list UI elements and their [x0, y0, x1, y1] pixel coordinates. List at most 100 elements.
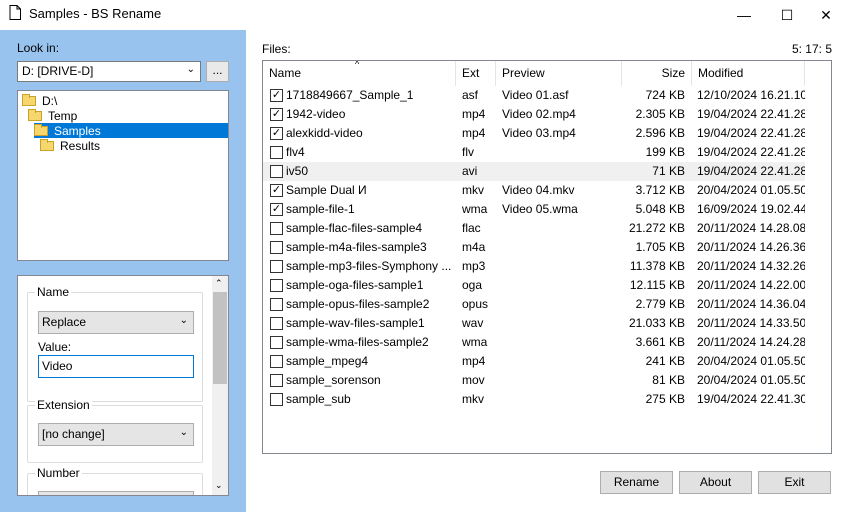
table-row[interactable]: sample-wma-files-sample2 wma 3.661 KB 20/11…	[263, 333, 805, 352]
value-input[interactable]: Video	[38, 355, 194, 378]
checkbox-unchecked[interactable]	[270, 317, 283, 330]
cell-modified: 20/11/2024 14.22.00	[697, 278, 805, 292]
column-header-ext[interactable]: Ext	[456, 61, 496, 86]
settings-panel: Name Replace ⌄ Value: Video Extension [n…	[17, 275, 229, 496]
maximize-button[interactable]: ☐	[767, 0, 807, 30]
checkbox-checked[interactable]: ✓	[270, 203, 283, 216]
table-row[interactable]: flv4 flv 199 KB 19/04/2024 22.41.28	[263, 143, 805, 162]
table-row[interactable]: sample-oga-files-sample1 oga 12.115 KB 20/1…	[263, 276, 805, 295]
column-header-modified[interactable]: Modified	[692, 61, 805, 86]
file-list[interactable]: Name ^ Ext Preview Size Modified ✓ 171884…	[262, 60, 832, 454]
cell-modified: 19/04/2024 22.41.30	[697, 392, 805, 406]
cell-modified: 20/04/2024 01.05.50	[697, 373, 805, 387]
cell-name: flv4	[286, 145, 305, 159]
checkbox-checked[interactable]: ✓	[270, 184, 283, 197]
checkbox-unchecked[interactable]	[270, 298, 283, 311]
cell-name: sample-opus-files-sample2	[286, 297, 430, 311]
exit-button[interactable]: Exit	[758, 471, 831, 494]
rename-button[interactable]: Rename	[600, 471, 673, 494]
checkbox-unchecked[interactable]	[270, 279, 283, 292]
checkbox-checked[interactable]: ✓	[270, 108, 283, 121]
name-mode-select[interactable]: Replace ⌄	[38, 311, 194, 334]
file-counts: 5: 17: 5	[791, 42, 832, 56]
number-group: Number	[27, 466, 203, 495]
number-mode-select[interactable]	[38, 491, 194, 495]
cell-modified: 19/04/2024 22.41.28	[697, 145, 805, 159]
name-group: Name Replace ⌄ Value: Video	[27, 285, 203, 402]
scroll-up-icon[interactable]: ⌃	[215, 278, 223, 289]
cell-size: 2.779 KB	[635, 297, 685, 311]
cell-name: alexkidd-video	[286, 126, 363, 140]
cell-size: 724 KB	[645, 88, 685, 102]
settings-scroll-thumb[interactable]	[213, 292, 227, 384]
cell-preview	[502, 314, 620, 333]
cell-preview: Video 01.asf	[502, 88, 569, 102]
look-in-label: Look in:	[17, 41, 60, 55]
extension-group-legend: Extension	[35, 398, 92, 412]
cell-modified: 20/04/2024 01.05.50	[697, 354, 805, 368]
checkbox-unchecked[interactable]	[270, 355, 283, 368]
cell-name: sample_sub	[286, 392, 351, 406]
checkbox-checked[interactable]: ✓	[270, 127, 283, 140]
extension-group: Extension [no change] ⌄	[27, 398, 203, 463]
column-header-size[interactable]: Size	[622, 61, 692, 86]
chevron-down-icon: ⌄	[186, 64, 195, 75]
about-button[interactable]: About	[679, 471, 752, 494]
table-row[interactable]: ✓ sample-file-1 wma Video 05.wma 5.048 KB 16/…	[263, 200, 805, 219]
checkbox-unchecked[interactable]	[270, 165, 283, 178]
table-row[interactable]: sample_sorenson mov 81 KB 20/04/2024 01.05.…	[263, 371, 805, 390]
cell-name: sample-wav-files-sample1	[286, 316, 425, 330]
scroll-down-icon[interactable]: ⌄	[215, 480, 223, 491]
cell-preview	[502, 371, 620, 390]
minimize-button[interactable]: —	[724, 0, 764, 30]
cell-size: 2.596 KB	[635, 126, 685, 140]
drive-select[interactable]: D: [DRIVE-D] ⌄	[17, 61, 201, 82]
cell-ext: mp4	[462, 126, 486, 140]
checkbox-checked[interactable]: ✓	[270, 89, 283, 102]
table-row[interactable]: sample-flac-files-sample4 flac 21.272 KB 20…	[263, 219, 805, 238]
cell-ext: avi	[462, 164, 478, 178]
tree-item[interactable]: Samples	[34, 123, 228, 138]
checkbox-unchecked[interactable]	[270, 336, 283, 349]
table-row[interactable]: ✓ alexkidd-video mp4 Video 03.mp4 2.596 KB 19…	[263, 124, 805, 143]
checkbox-unchecked[interactable]	[270, 146, 283, 159]
table-row[interactable]: sample-opus-files-sample2 opus 2.779 KB 20/…	[263, 295, 805, 314]
cell-modified: 20/11/2024 14.33.50	[697, 316, 805, 330]
cell-size: 3.712 KB	[635, 183, 685, 197]
cell-ext: wma	[462, 335, 488, 349]
extension-mode-select[interactable]: [no change] ⌄	[38, 423, 194, 446]
column-header-preview[interactable]: Preview	[496, 61, 622, 86]
cell-modified: 19/04/2024 22.41.28	[697, 164, 805, 178]
table-row[interactable]: sample_sub mkv 275 KB 19/04/2024 22.41.30	[263, 390, 805, 409]
browse-button[interactable]: ...	[206, 61, 229, 82]
checkbox-unchecked[interactable]	[270, 260, 283, 273]
table-row[interactable]: sample-m4a-files-sample3 m4a 1.705 KB 20/11…	[263, 238, 805, 257]
checkbox-unchecked[interactable]	[270, 374, 283, 387]
checkbox-unchecked[interactable]	[270, 222, 283, 235]
cell-ext: mov	[462, 373, 485, 387]
tree-item[interactable]: Temp	[28, 108, 80, 123]
cell-size: 2.305 KB	[635, 107, 685, 121]
tree-item[interactable]: D:\	[22, 93, 60, 108]
folder-icon	[40, 138, 54, 151]
cell-modified: 20/04/2024 01.05.50	[697, 183, 805, 197]
table-row[interactable]: sample-mp3-files-Symphony ... mp3 11.378 K…	[263, 257, 805, 276]
tree-item[interactable]: Results	[40, 138, 103, 153]
cell-preview	[502, 352, 620, 371]
table-row[interactable]: iv50 avi 71 KB 19/04/2024 22.41.28	[263, 162, 805, 181]
checkbox-unchecked[interactable]	[270, 241, 283, 254]
column-header-name[interactable]: Name ^	[263, 61, 456, 86]
table-row[interactable]: ✓ 1718849667_Sample_1 asf Video 01.asf 724 K…	[263, 86, 805, 105]
table-row[interactable]: ✓ Sample Dual И mkv Video 04.mkv 3.712 KB 20/…	[263, 181, 805, 200]
cell-preview	[502, 333, 620, 352]
cell-name: sample-oga-files-sample1	[286, 278, 424, 292]
folder-tree[interactable]: D:\ Temp Samples Results	[17, 90, 229, 261]
chevron-down-icon: ⌄	[179, 427, 188, 438]
close-button[interactable]: ✕	[806, 0, 846, 30]
checkbox-unchecked[interactable]	[270, 393, 283, 406]
cell-ext: flv	[462, 145, 474, 159]
table-row[interactable]: ✓ 1942-video mp4 Video 02.mp4 2.305 KB 19/04/…	[263, 105, 805, 124]
table-row[interactable]: sample_mpeg4 mp4 241 KB 20/04/2024 01.05.50	[263, 352, 805, 371]
tree-item-label: Samples	[54, 123, 101, 138]
table-row[interactable]: sample-wav-files-sample1 wav 21.033 KB 20/1…	[263, 314, 805, 333]
